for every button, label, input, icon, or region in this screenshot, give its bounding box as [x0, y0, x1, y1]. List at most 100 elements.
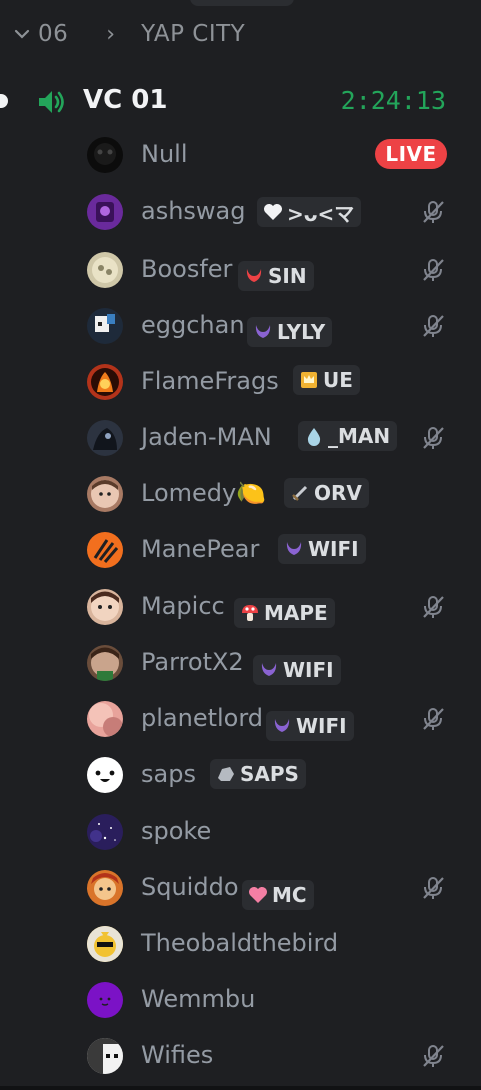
droplet-icon — [307, 428, 321, 446]
avatar — [87, 252, 123, 288]
user-name: Theobaldthebird — [141, 929, 339, 957]
voice-user-lomedy[interactable]: Lomedy🍋 ORV — [0, 469, 481, 519]
avatar — [87, 982, 123, 1018]
user-tag: SAPS — [210, 759, 306, 789]
voice-user-eggchan[interactable]: eggchan LYLY — [0, 301, 481, 351]
mic-muted-icon — [423, 201, 444, 223]
mic-muted-icon — [423, 708, 444, 730]
bottom-divider — [0, 1086, 481, 1090]
sword-icon — [292, 485, 308, 501]
user-tag: WIFI — [266, 711, 354, 741]
rock-icon — [218, 767, 234, 781]
purple-horns-icon — [286, 542, 302, 555]
red-horns-icon — [246, 269, 262, 282]
user-name: ManePear — [141, 535, 260, 563]
avatar — [87, 364, 123, 400]
user-name: eggchan — [141, 311, 245, 339]
heart-icon — [264, 204, 282, 220]
user-tag: SIN — [238, 261, 314, 291]
avatar — [87, 814, 123, 850]
user-name: Null — [141, 140, 188, 168]
user-tag: MAPE — [234, 598, 335, 628]
mic-muted-icon — [423, 315, 444, 337]
voice-user-saps[interactable]: saps SAPS — [0, 750, 481, 800]
speaker-icon — [39, 91, 64, 113]
voice-user-wemmbu[interactable]: Wemmbu — [0, 975, 481, 1025]
voice-channel-row[interactable]: VC 01 2:24:13 — [0, 82, 481, 122]
avatar — [87, 194, 123, 230]
user-tag: >ᴗ<マ — [257, 197, 362, 227]
voice-user-planetlord[interactable]: planetlord WIFI — [0, 694, 481, 744]
user-tag-label: UE — [323, 368, 353, 392]
voice-user-flamefrags[interactable]: FlameFrags UE — [0, 357, 481, 407]
user-tag: LYLY — [247, 317, 333, 347]
user-name: Jaden-MAN — [141, 423, 272, 451]
user-name: spoke — [141, 817, 212, 845]
voice-user-ashswag[interactable]: ashswag >ᴗ<マ — [0, 187, 481, 237]
user-tag-label: ORV — [314, 481, 362, 505]
user-tag-label: MC — [272, 883, 307, 907]
user-tag-label: WIFI — [308, 537, 359, 561]
user-tag: ORV — [284, 478, 369, 508]
category-header[interactable]: 06 › YAP CITY — [12, 18, 245, 50]
voice-user-jaden-man[interactable]: Jaden-MAN _MAN — [0, 413, 481, 463]
user-name: Lomedy🍋 — [141, 479, 267, 507]
user-name: Wemmbu — [141, 985, 256, 1013]
user-tag: WIFI — [253, 655, 341, 685]
user-tag-label: SAPS — [240, 762, 299, 786]
user-name: Mapicc — [141, 592, 225, 620]
voice-user-parrotx2[interactable]: ParrotX2 WIFI — [0, 638, 481, 688]
voice-user-null[interactable]: Null LIVE — [0, 130, 481, 180]
avatar — [87, 1038, 123, 1074]
voice-user-squiddo[interactable]: Squiddo MC — [0, 863, 481, 913]
chevron-down-icon — [14, 29, 30, 39]
voice-channel-timer: 2:24:13 — [340, 86, 446, 115]
mushroom-icon — [242, 605, 258, 621]
avatar — [87, 589, 123, 625]
user-name: ParrotX2 — [141, 648, 244, 676]
user-name: Squiddo — [141, 873, 239, 901]
avatar — [87, 420, 123, 456]
user-name: Boosfer — [141, 255, 233, 283]
voice-user-wifies[interactable]: Wifies — [0, 1031, 481, 1081]
user-name: saps — [141, 760, 196, 788]
mic-muted-icon — [423, 1045, 444, 1067]
user-tag-label: SIN — [268, 264, 307, 288]
top-scroll-pill — [190, 0, 294, 6]
purple-horns-icon — [261, 663, 277, 676]
category-separator: › — [106, 21, 116, 47]
user-tag-label: WIFI — [296, 714, 347, 738]
user-tag: _MAN — [298, 421, 398, 451]
user-name: FlameFrags — [141, 367, 279, 395]
user-tag-label: MAPE — [264, 601, 328, 625]
avatar — [87, 757, 123, 793]
voice-user-mapicc[interactable]: Mapicc MAPE — [0, 582, 481, 632]
avatar — [87, 926, 123, 962]
voice-user-spoke[interactable]: spoke — [0, 807, 481, 857]
user-name: planetlord — [141, 704, 264, 732]
mic-muted-icon — [423, 427, 444, 449]
purple-horns-icon — [255, 325, 271, 338]
voice-user-boosfer[interactable]: Boosfer SIN — [0, 245, 481, 295]
user-name: Wifies — [141, 1041, 214, 1069]
user-tag: MC — [242, 880, 314, 910]
voice-user-manepear[interactable]: ManePear WIFI — [0, 525, 481, 575]
mic-muted-icon — [423, 877, 444, 899]
user-tag: WIFI — [278, 534, 366, 564]
user-tag-label: WIFI — [283, 658, 334, 682]
voice-channel-name: VC 01 — [83, 85, 168, 115]
avatar — [87, 476, 123, 512]
avatar — [87, 645, 123, 681]
live-badge[interactable]: LIVE — [375, 139, 447, 169]
pink-heart-icon — [249, 887, 267, 903]
avatar — [87, 137, 123, 173]
avatar — [87, 870, 123, 906]
user-tag-label: _MAN — [328, 424, 391, 448]
avatar — [87, 701, 123, 737]
crown-icon — [301, 372, 317, 388]
user-tag: UE — [293, 365, 360, 395]
mic-muted-icon — [423, 596, 444, 618]
user-tag-label: LYLY — [277, 320, 326, 344]
voice-user-theobaldthebird[interactable]: Theobaldthebird — [0, 919, 481, 969]
mic-muted-icon — [423, 259, 444, 281]
